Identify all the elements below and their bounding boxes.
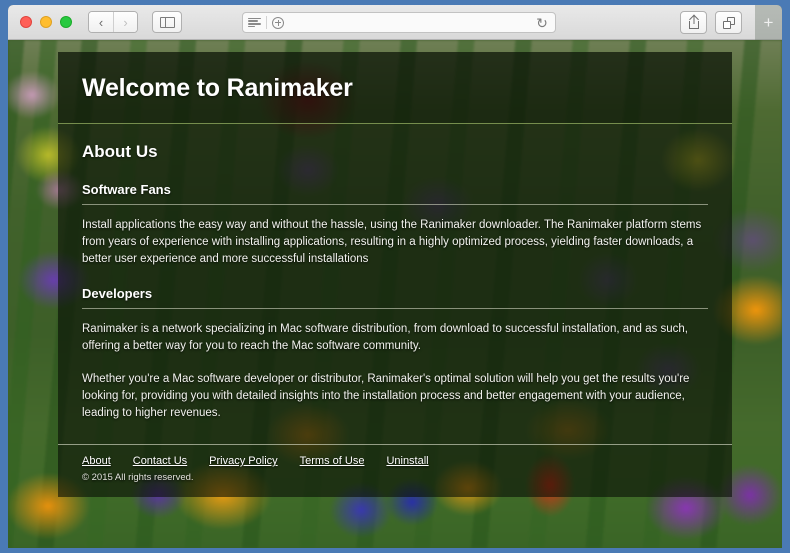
maximize-window-button[interactable] [60,16,72,28]
browser-window: ‹ › ↻ + Welcome to Ranimaker About Us So… [8,5,782,548]
page-title: Welcome to Ranimaker [82,74,353,102]
footer-link-terms-of-use[interactable]: Terms of Use [300,455,365,467]
developers-heading: Developers [82,286,153,301]
footer-link-about[interactable]: About [82,455,111,467]
developers-section: Developers Ranimaker is a network specia… [82,286,708,422]
page-content: About Us Software Fans Install applicati… [58,124,732,497]
add-bookmark-icon[interactable] [272,16,284,29]
developers-paragraph-1: Ranimaker is a network specializing in M… [82,323,688,352]
address-bar[interactable]: ↻ [242,12,556,33]
copyright-text: © 2015 All rights reserved. [82,472,194,483]
show-tabs-button[interactable] [715,11,742,34]
navigation-buttons: ‹ › [88,11,138,33]
footer-link-contact-us[interactable]: Contact Us [133,455,187,467]
page-viewport: Welcome to Ranimaker About Us Software F… [8,40,782,548]
toolbar-right-buttons [680,11,742,34]
page-header: Welcome to Ranimaker [58,52,732,124]
content-panel: Welcome to Ranimaker About Us Software F… [58,52,732,497]
sidebar-toggle-button[interactable] [152,11,182,33]
back-button[interactable]: ‹ [89,12,113,32]
forward-button[interactable]: › [113,12,137,32]
software-fans-heading: Software Fans [82,182,171,197]
tabs-icon [722,16,735,29]
share-button[interactable] [680,11,707,34]
new-tab-button[interactable]: + [755,5,782,40]
developers-paragraph-2: Whether you're a Mac software developer … [82,373,690,419]
footer-links: About Contact Us Privacy Policy Terms of… [82,455,708,467]
footer-link-uninstall[interactable]: Uninstall [386,455,428,467]
window-controls [20,16,72,28]
software-fans-paragraph: Install applications the easy way and wi… [82,219,702,265]
divider [266,16,267,29]
about-us-heading: About Us [82,142,158,161]
sidebar-icon [159,16,175,28]
browser-toolbar: ‹ › ↻ + [8,5,782,40]
address-bar-left-icons [243,16,284,29]
reload-icon[interactable]: ↻ [535,16,549,30]
divider-software-fans [82,204,708,205]
reader-view-icon[interactable] [248,17,261,28]
minimize-window-button[interactable] [40,16,52,28]
screen: ‹ › ↻ + Welcome to Ranimaker About Us So… [0,0,790,553]
footer-link-privacy-policy[interactable]: Privacy Policy [209,455,277,467]
share-icon [688,16,699,29]
page-footer: About Contact Us Privacy Policy Terms of… [58,444,732,497]
divider-developers [82,308,708,309]
close-window-button[interactable] [20,16,32,28]
